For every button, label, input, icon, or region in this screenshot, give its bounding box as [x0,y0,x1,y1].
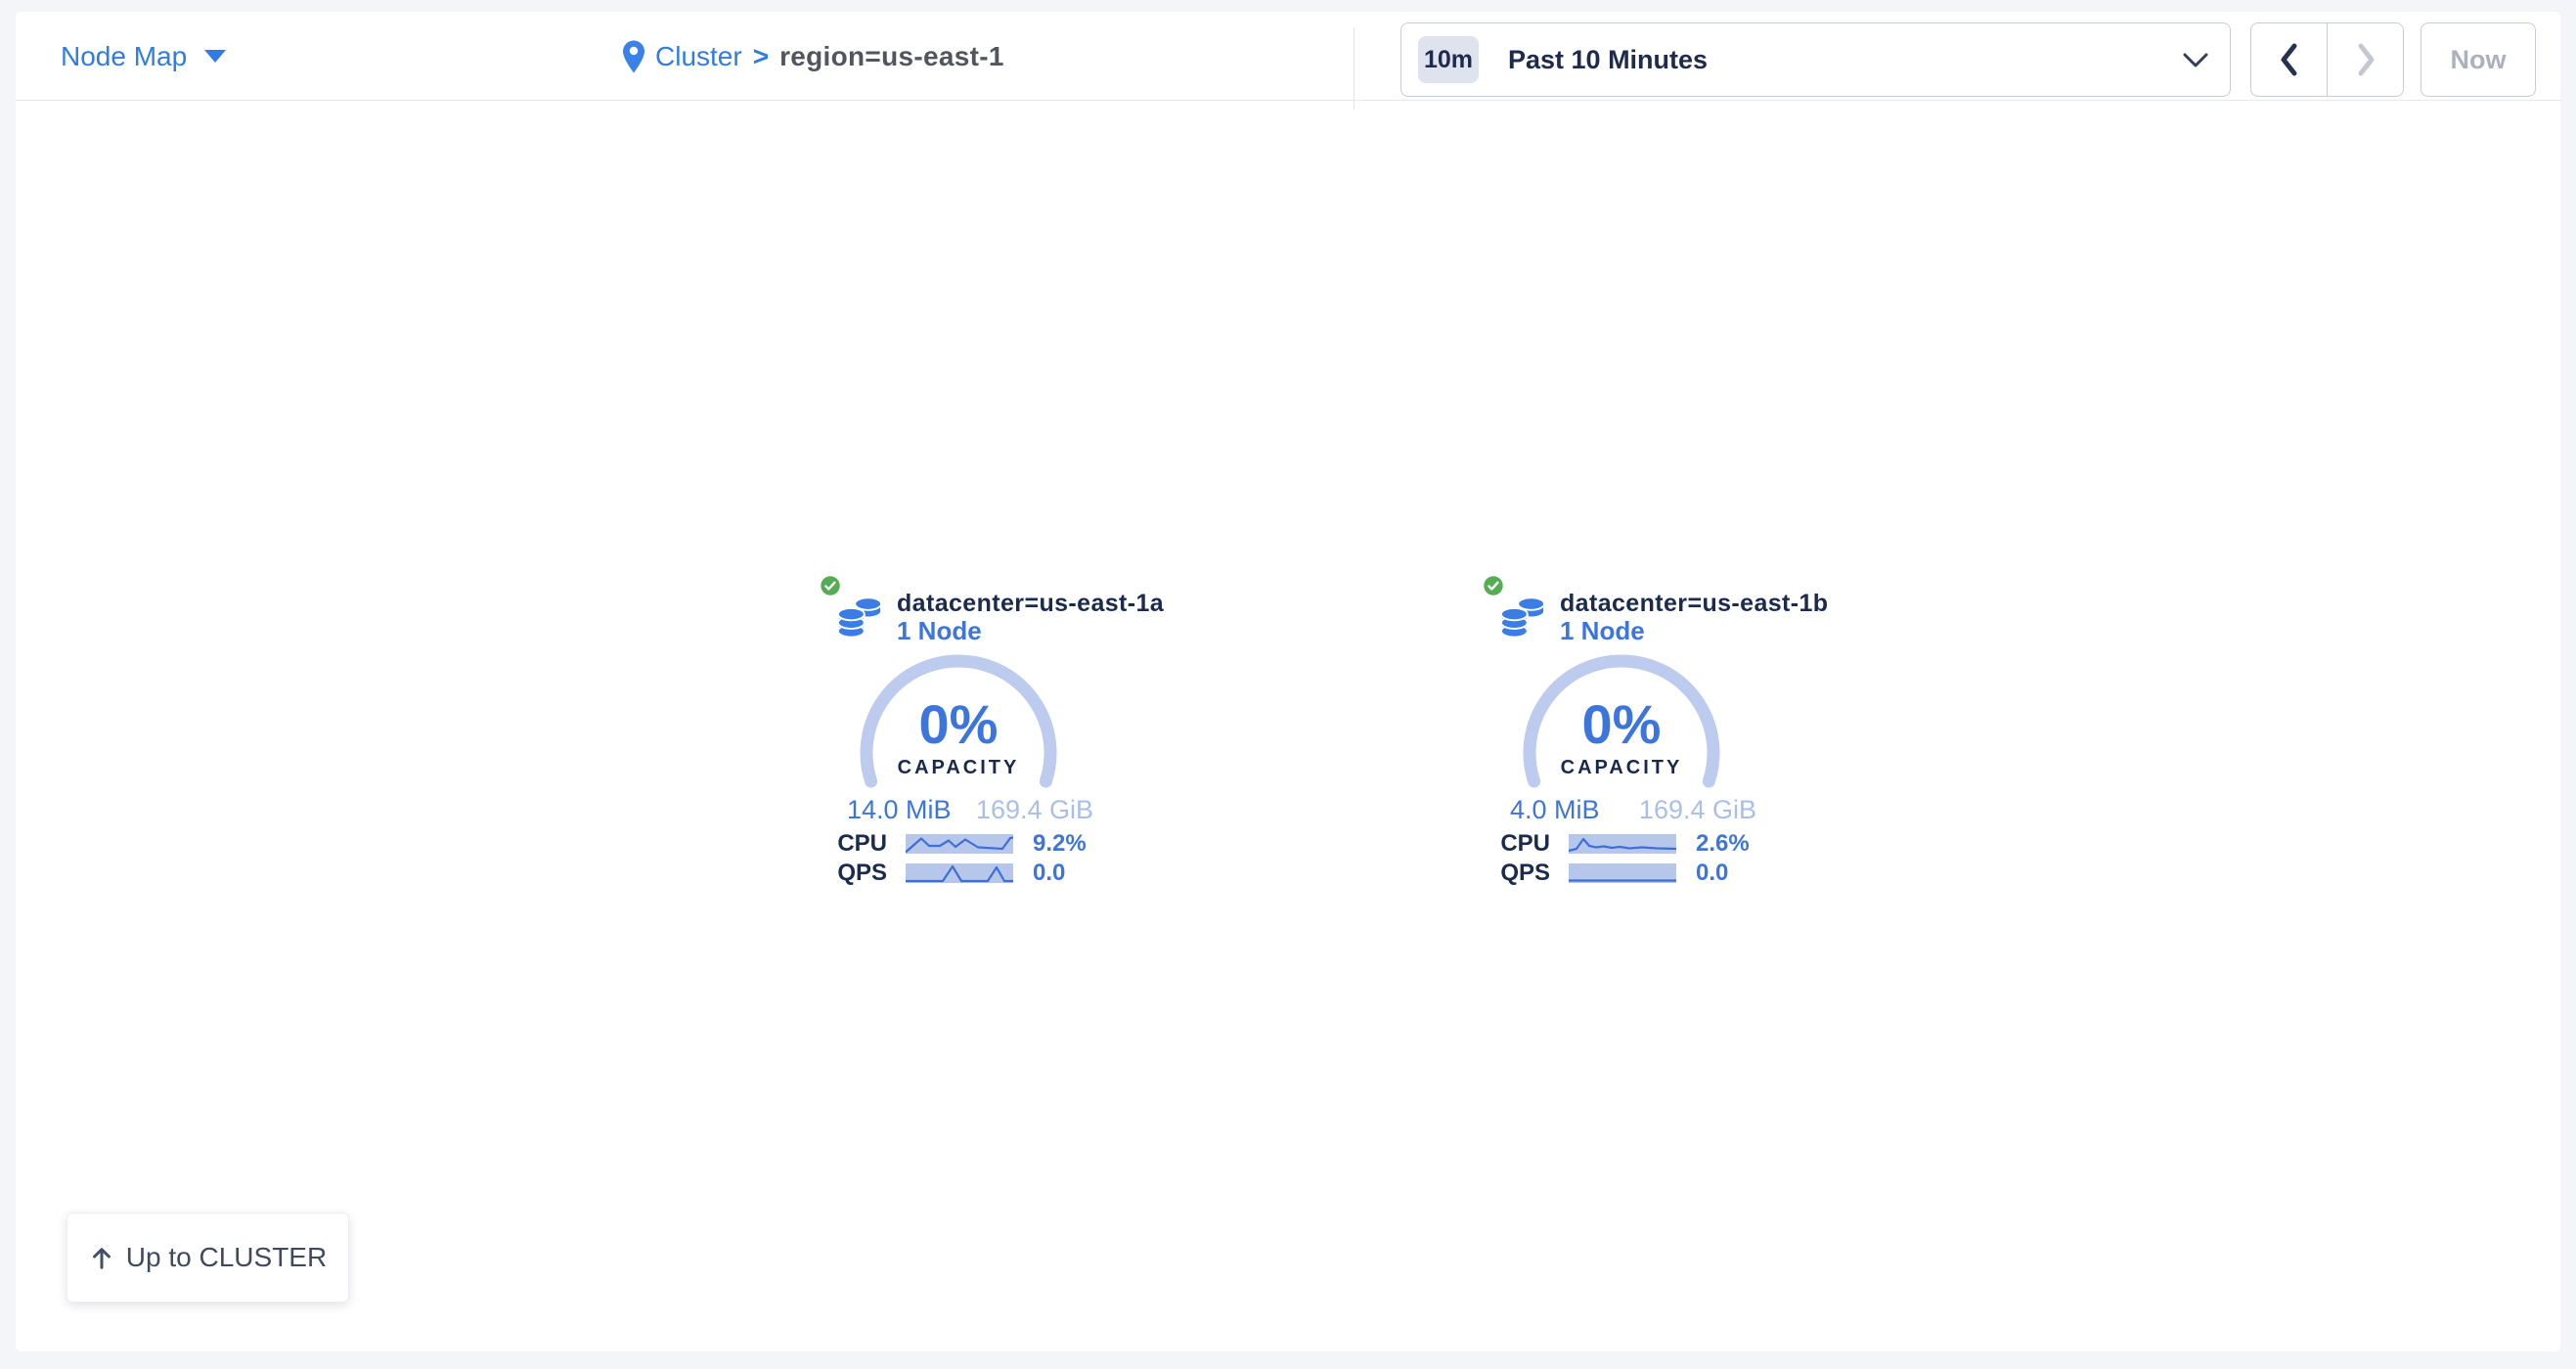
capacity-total: 169.4 GiB [976,795,1093,824]
time-range-selector[interactable]: 10m Past 10 Minutes [1400,22,2231,97]
qps-value: 0.0 [1033,861,1065,886]
qps-metric-row: QPS 0.0 [812,861,1105,886]
cpu-value: 9.2% [1033,831,1087,857]
toolbar-divider [1354,27,1355,110]
time-range-badge: 10m [1418,36,1479,83]
locality-card-us-east-1a[interactable]: datacenter=us-east-1a 1 Node 0% CAPACITY… [812,573,1105,910]
capacity-percent: 0% [851,696,1066,753]
node-stack-icon [837,593,882,640]
view-picker-dropdown[interactable]: Node Map [61,12,226,101]
capacity-label: CAPACITY [851,757,1066,779]
qps-label: QPS [812,861,887,886]
capacity-values: 4.0 MiB 169.4 GiB [1510,795,1756,824]
qps-sparkline [1569,863,1676,883]
capacity-label: CAPACITY [1514,757,1729,779]
next-time-button[interactable] [2327,23,2403,96]
time-nav-arrows [2250,22,2404,97]
breadcrumb-cluster-link[interactable]: Cluster [655,41,742,72]
time-range-label: Past 10 Minutes [1508,45,1708,75]
cpu-label: CPU [812,831,887,857]
qps-sparkline [906,863,1013,883]
prev-time-button[interactable] [2251,23,2327,96]
view-picker-label: Node Map [61,41,187,72]
chevron-right-icon [2354,40,2377,79]
chevron-left-icon [2278,40,2301,79]
node-stack-icon [1500,593,1545,640]
locality-card-us-east-1b[interactable]: datacenter=us-east-1b 1 Node 0% CAPACITY… [1475,573,1768,910]
up-to-cluster-button[interactable]: Up to CLUSTER [67,1213,349,1303]
qps-label: QPS [1475,861,1550,886]
breadcrumb-current: region=us-east-1 [779,41,1004,72]
locality-title: datacenter=us-east-1a [897,591,1164,616]
top-toolbar: Node Map Cluster > region=us-east-1 10m … [16,12,2560,101]
locality-title: datacenter=us-east-1b [1560,591,1828,616]
capacity-total: 169.4 GiB [1639,795,1756,824]
arrow-up-icon [89,1245,114,1270]
chevron-down-icon [2183,53,2208,68]
now-button[interactable]: Now [2421,22,2536,97]
location-pin-icon [623,40,644,73]
cpu-sparkline [906,834,1013,854]
capacity-used: 14.0 MiB [847,795,952,824]
cpu-value: 2.6% [1696,831,1750,857]
qps-metric-row: QPS 0.0 [1475,861,1768,886]
locality-node-count: 1 Node [897,618,982,643]
breadcrumb-separator: > [753,41,769,72]
capacity-values: 14.0 MiB 169.4 GiB [847,795,1093,824]
breadcrumb: Cluster > region=us-east-1 [623,12,1004,101]
cpu-sparkline [1569,834,1676,854]
capacity-used: 4.0 MiB [1510,795,1600,824]
main-panel [16,12,2560,1351]
cpu-label: CPU [1475,831,1550,857]
cpu-metric-row: CPU 9.2% [812,831,1105,857]
caret-down-icon [204,50,226,63]
capacity-percent: 0% [1514,696,1729,753]
cpu-metric-row: CPU 2.6% [1475,831,1768,857]
locality-node-count: 1 Node [1560,618,1645,643]
up-to-cluster-label: Up to CLUSTER [126,1242,327,1273]
qps-value: 0.0 [1696,861,1728,886]
